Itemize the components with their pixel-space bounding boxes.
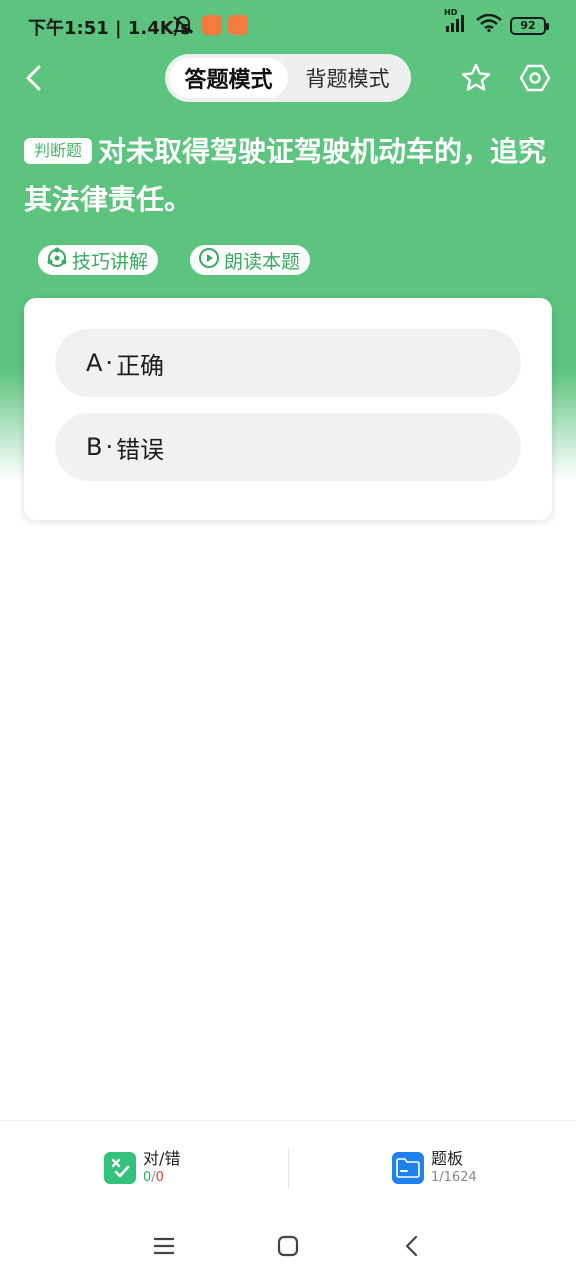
answer-card: A · 正确 B · 错误 — [24, 298, 552, 520]
option-letter: B — [86, 433, 103, 461]
signal-icon: HD — [444, 8, 468, 37]
wifi-icon — [476, 13, 502, 37]
status-bar: 下午1:51 | 1.4K/s HD 92 — [0, 0, 576, 52]
favorite-button[interactable] — [456, 60, 496, 100]
back-button[interactable] — [14, 60, 54, 100]
question-actions: 技巧讲解 朗读本题 — [38, 245, 311, 275]
score-title: 对/错 — [143, 1149, 181, 1168]
score-text: 对/错 0/0 — [143, 1149, 180, 1187]
board-title: 题板 — [431, 1149, 464, 1168]
question-text: 对未取得驾驶证驾驶机动车的，追究其法律责任。 — [24, 135, 547, 216]
wrong-count: 0 — [155, 1170, 164, 1185]
back-arrow-icon — [23, 65, 45, 95]
option-text: 错误 — [116, 435, 165, 464]
score-counts: 0/0 — [143, 1169, 180, 1187]
option-separator: · — [105, 349, 114, 377]
home-square-icon — [277, 1235, 299, 1261]
status-right: HD 92 — [444, 8, 549, 37]
star-icon — [460, 62, 492, 98]
folder-icon — [392, 1152, 424, 1184]
option-text: 正确 — [116, 351, 165, 380]
header: 答题模式 背题模式 — [0, 52, 576, 108]
skill-explain-button[interactable]: 技巧讲解 — [38, 245, 159, 275]
home-button[interactable] — [270, 1230, 306, 1266]
bottom-divider — [288, 1149, 289, 1189]
option-separator: · — [105, 433, 114, 461]
status-time: 下午1:51 | 1.4K/s — [28, 18, 192, 39]
tab-answer-mode[interactable]: 答题模式 — [169, 58, 288, 98]
menu-icon — [153, 1236, 175, 1260]
nav-back-icon — [404, 1235, 420, 1261]
option-a[interactable]: A · 正确 — [55, 329, 521, 397]
question-board-button[interactable]: 题板 1/1624 — [392, 1149, 477, 1187]
recent-apps-button[interactable] — [146, 1230, 182, 1266]
tab-recite-mode[interactable]: 背题模式 — [288, 58, 407, 98]
settings-button[interactable] — [515, 60, 555, 100]
network-label: HD — [444, 8, 458, 17]
skill-explain-label: 技巧讲解 — [72, 250, 149, 273]
app-notification-icon — [228, 15, 248, 35]
app-notification-icon — [202, 15, 222, 35]
score-stat[interactable]: 对/错 0/0 — [104, 1149, 180, 1187]
read-aloud-label: 朗读本题 — [224, 250, 301, 273]
mode-switch: 答题模式 背题模式 — [165, 54, 411, 102]
battery-indicator: 92 — [510, 16, 549, 35]
bottom-bar: 对/错 0/0 题板 1/1624 — [0, 1120, 576, 1216]
check-cross-icon — [104, 1152, 136, 1184]
system-nav-bar — [0, 1216, 576, 1280]
option-b[interactable]: B · 错误 — [55, 413, 521, 481]
option-letter: A — [86, 349, 103, 377]
question-text-block: 判断题 对未取得驾驶证驾驶机动车的，追究其法律责任。 — [24, 128, 552, 224]
read-aloud-button[interactable]: 朗读本题 — [190, 245, 311, 275]
play-circle-icon — [198, 247, 220, 274]
board-text: 题板 1/1624 — [431, 1149, 477, 1187]
board-progress: 1/1624 — [431, 1170, 477, 1185]
question-type-badge: 判断题 — [24, 138, 93, 164]
settings-hexagon-icon — [519, 62, 551, 98]
mute-icon — [172, 15, 194, 40]
nav-back-button[interactable] — [394, 1230, 430, 1266]
skill-icon — [46, 247, 68, 274]
